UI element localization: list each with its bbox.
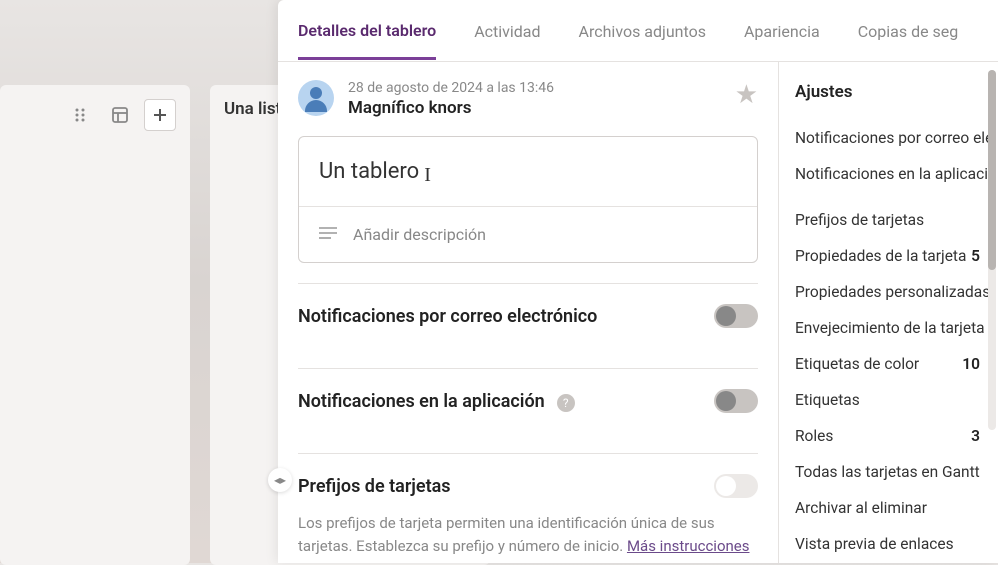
- sidebar-item-aging[interactable]: Envejecimiento de la tarjeta: [795, 310, 998, 346]
- board-title-text: Un tablero: [319, 159, 419, 184]
- board-details-panel: Detalles del tablero Actividad Archivos …: [278, 0, 998, 563]
- sidebar-item-archive[interactable]: Archivar al eliminar: [795, 490, 998, 526]
- sidebar-title: Ajustes: [795, 82, 998, 102]
- sidebar-item-labels[interactable]: Etiquetas: [795, 382, 998, 418]
- add-button[interactable]: [144, 99, 176, 131]
- tab-backups[interactable]: Copias de seg: [858, 2, 959, 59]
- scrollbar-thumb[interactable]: [988, 70, 996, 270]
- toggle-email-notifications[interactable]: [714, 304, 758, 328]
- section-title: Prefijos de tarjetas: [298, 476, 451, 497]
- help-icon[interactable]: ?: [557, 394, 575, 412]
- layout-icon[interactable]: [104, 99, 136, 131]
- sidebar-item-custom-props[interactable]: Propiedades personalizadas: [795, 274, 998, 310]
- panel-body: 28 de agosto de 2024 a las 13:46 Magnífi…: [278, 62, 998, 563]
- more-instructions-link[interactable]: Más instrucciones: [627, 537, 750, 555]
- avatar[interactable]: [298, 80, 334, 116]
- sidebar-item-app-notif[interactable]: Notificaciones en la aplicaci: [795, 156, 998, 192]
- title-box: Un tablero I Añadir descripción: [298, 136, 758, 263]
- sidebar-item-color-labels[interactable]: Etiquetas de color10: [795, 346, 998, 382]
- section-app-notifications: Notificaciones en la aplicación ?: [298, 368, 758, 433]
- settings-sidebar: Ajustes Notificaciones por correo ele No…: [778, 62, 998, 563]
- main-content: 28 de agosto de 2024 a las 13:46 Magnífi…: [278, 62, 778, 563]
- star-icon[interactable]: ★: [735, 80, 758, 110]
- author-name: Magnífico knors: [348, 98, 721, 118]
- section-title: Notificaciones por correo electrónico: [298, 306, 597, 327]
- sidebar-item-prefixes[interactable]: Prefijos de tarjetas: [795, 202, 998, 238]
- sidebar-item-roles[interactable]: Roles3: [795, 418, 998, 454]
- tab-details[interactable]: Detalles del tablero: [298, 1, 436, 60]
- timestamp: 28 de agosto de 2024 a las 13:46: [348, 80, 721, 96]
- expand-handle-icon[interactable]: ◂▸: [268, 468, 292, 492]
- toggle-card-prefixes[interactable]: [714, 474, 758, 498]
- sidebar-item-link-preview[interactable]: Vista previa de enlaces: [795, 526, 998, 562]
- header-row: 28 de agosto de 2024 a las 13:46 Magnífi…: [298, 80, 758, 118]
- section-email-notifications: Notificaciones por correo electrónico: [298, 283, 758, 348]
- board-title-input[interactable]: Un tablero I: [299, 137, 757, 206]
- tab-appearance[interactable]: Apariencia: [744, 2, 820, 59]
- section-card-prefixes: Prefijos de tarjetas Los prefijos de tar…: [298, 453, 758, 563]
- tabs-bar: Detalles del tablero Actividad Archivos …: [278, 0, 998, 62]
- description-icon: [319, 225, 337, 244]
- section-title: Notificaciones en la aplicación: [298, 391, 545, 412]
- sidebar-item-gantt[interactable]: Todas las tarjetas en Gantt: [795, 454, 998, 490]
- tab-attachments[interactable]: Archivos adjuntos: [579, 2, 706, 59]
- board-toolbar: [0, 85, 190, 565]
- description-placeholder: Añadir descripción: [353, 225, 486, 244]
- section-description: Los prefijos de tarjeta permiten una ide…: [298, 512, 758, 557]
- drag-handle-icon[interactable]: [64, 99, 96, 131]
- tab-activity[interactable]: Actividad: [474, 2, 540, 59]
- description-input[interactable]: Añadir descripción: [299, 206, 757, 262]
- toggle-app-notifications[interactable]: [714, 389, 758, 413]
- sidebar-item-email-notif[interactable]: Notificaciones por correo ele: [795, 120, 998, 156]
- sidebar-item-card-props[interactable]: Propiedades de la tarjeta5: [795, 238, 998, 274]
- header-text: 28 de agosto de 2024 a las 13:46 Magnífi…: [348, 80, 721, 118]
